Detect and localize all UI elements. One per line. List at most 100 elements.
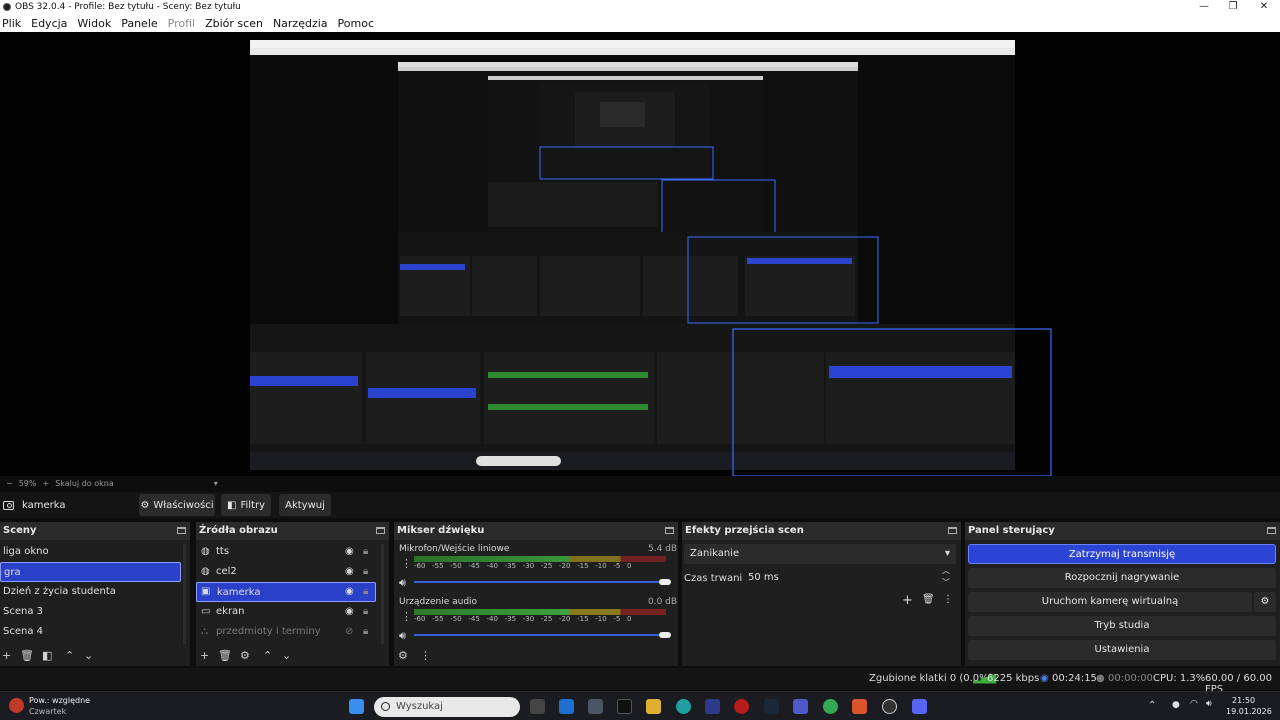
volume-slider[interactable] xyxy=(414,581,666,583)
eye-hidden-icon[interactable]: ⊘ xyxy=(345,626,353,637)
filters-button[interactable]: ◧ Filtry xyxy=(221,494,271,516)
volume-slider[interactable] xyxy=(414,634,666,636)
scene-item[interactable]: Dzień z życia studenta xyxy=(0,582,180,602)
clock-time[interactable]: 21:50 xyxy=(1232,696,1255,705)
duration-input[interactable]: 50 ms ︿ ﹀ xyxy=(742,565,956,589)
task-view-icon[interactable] xyxy=(530,699,545,714)
move-up-icon[interactable]: ⌃ xyxy=(65,649,74,662)
menu-profil[interactable]: Profil xyxy=(168,17,195,30)
mixer-menu-icon[interactable]: ⋮ xyxy=(420,649,431,662)
track-menu-icon[interactable]: ⋮ xyxy=(401,610,412,623)
chrome-icon[interactable] xyxy=(823,699,838,714)
calculator-icon[interactable] xyxy=(588,699,603,714)
speaker-icon[interactable]: 🔊︎ xyxy=(399,629,406,643)
eye-icon[interactable]: ◉ xyxy=(345,546,354,557)
tray-chevron-icon[interactable]: ⌃ xyxy=(1148,700,1156,711)
cel2-source-icon: ◍ xyxy=(201,566,210,577)
virtual-camera-settings-gear-icon[interactable]: ⚙ xyxy=(1254,592,1276,612)
volume-slider-handle[interactable] xyxy=(659,632,671,638)
chevron-down-icon[interactable]: ▾ xyxy=(214,479,218,488)
transition-type-select[interactable]: Zanikanie ▾ xyxy=(684,544,956,564)
virtual-camera-button[interactable]: Uruchom kamerę wirtualną xyxy=(968,592,1252,612)
mixer-settings-gear-icon[interactable]: ⚙ xyxy=(398,649,408,662)
undock-icon[interactable] xyxy=(1267,527,1276,534)
lock-icon[interactable]: 🔒︎ xyxy=(363,626,368,637)
opera-icon[interactable] xyxy=(734,699,749,714)
menu-panele[interactable]: Panele xyxy=(121,17,157,30)
remove-source-icon[interactable]: 🗑 xyxy=(218,649,232,662)
scene-item[interactable]: Scena 3 xyxy=(0,602,180,622)
menu-zbior-scen[interactable]: Zbiór scen xyxy=(205,17,263,30)
maximize-icon[interactable]: ❐ xyxy=(1219,0,1247,14)
filter-icon: ◧ xyxy=(227,499,237,511)
scene-item-selected[interactable]: gra xyxy=(0,562,181,582)
mic-tray-icon[interactable]: ● xyxy=(1172,700,1180,710)
outlook-icon[interactable] xyxy=(559,699,574,714)
remove-scene-icon[interactable]: 🗑 xyxy=(20,649,34,662)
taskbar-search[interactable]: Wyszukaj xyxy=(374,697,520,717)
zoom-scale-dropdown[interactable]: Skaluj do okna xyxy=(55,479,114,488)
steam-icon[interactable] xyxy=(764,699,779,714)
scene-item[interactable]: Scena 4 xyxy=(0,622,180,642)
zoom-in-icon[interactable]: + xyxy=(42,479,49,488)
add-transition-icon[interactable]: + xyxy=(902,593,913,608)
wifi-icon[interactable]: ◠ xyxy=(1190,699,1198,709)
undock-icon[interactable] xyxy=(376,527,385,534)
obs-icon[interactable] xyxy=(882,699,897,714)
start-recording-button[interactable]: Rozpocznij nagrywanie xyxy=(968,568,1276,588)
eye-icon[interactable]: ◉ xyxy=(345,586,354,597)
properties-button[interactable]: ⚙ Właściwości xyxy=(139,494,215,516)
activate-button[interactable]: Aktywuj xyxy=(279,494,331,516)
remove-transition-icon[interactable]: 🗑 xyxy=(922,594,935,605)
sources-scrollbar[interactable] xyxy=(381,544,384,644)
discord-icon[interactable] xyxy=(912,699,927,714)
scenes-scrollbar[interactable] xyxy=(183,544,186,644)
eye-icon[interactable]: ◉ xyxy=(345,606,354,617)
lock-icon[interactable]: 🔒︎ xyxy=(363,586,368,597)
preview-canvas[interactable] xyxy=(0,32,1280,476)
scene-item[interactable]: liga okno xyxy=(0,542,180,562)
volume-slider-handle[interactable] xyxy=(659,579,671,585)
eye-icon[interactable]: ◉ xyxy=(345,566,354,577)
stop-stream-button[interactable]: Zatrzymaj transmisję xyxy=(968,544,1276,564)
transition-type-value: Zanikanie xyxy=(690,548,740,559)
lock-icon[interactable]: 🔒︎ xyxy=(363,546,368,557)
minimize-icon[interactable]: — xyxy=(1190,0,1218,14)
add-source-icon[interactable]: + xyxy=(200,649,209,662)
file-explorer-icon[interactable] xyxy=(646,699,661,714)
settings-button[interactable]: Ustawienia xyxy=(968,640,1276,660)
teams-icon[interactable] xyxy=(793,699,808,714)
lock-icon[interactable]: 🔒︎ xyxy=(363,606,368,617)
menu-pomoc[interactable]: Pomoc xyxy=(338,17,374,30)
volume-icon[interactable]: 🔊︎ xyxy=(1206,699,1212,709)
zoom-out-icon[interactable]: − xyxy=(6,479,13,488)
studio-mode-button[interactable]: Tryb studia xyxy=(968,616,1276,636)
undock-icon[interactable] xyxy=(177,527,186,534)
undock-icon[interactable] xyxy=(948,527,957,534)
menu-plik[interactable]: Plik xyxy=(2,17,21,30)
close-icon[interactable]: ✕ xyxy=(1250,0,1278,14)
preview-zoom-toolbar: − 59% + Skaluj do okna ▾ xyxy=(0,476,1280,490)
move-up-icon[interactable]: ⌃ xyxy=(263,649,272,662)
move-down-icon[interactable]: ⌄ xyxy=(84,649,93,662)
speaker-icon[interactable]: 🔊︎ xyxy=(399,576,406,590)
scene-filters-icon[interactable]: ◧ xyxy=(42,649,52,662)
menu-narzedzia[interactable]: Narzędzia xyxy=(273,17,328,30)
menu-edycja[interactable]: Edycja xyxy=(31,17,67,30)
undock-icon[interactable] xyxy=(665,527,674,534)
sources-header: Źródła obrazu xyxy=(196,522,389,540)
clock-date[interactable]: 19.01.2026 xyxy=(1226,707,1272,716)
track-menu-icon[interactable]: ⋮ xyxy=(401,557,412,570)
source-properties-gear-icon[interactable]: ⚙ xyxy=(240,649,250,662)
menu-widok[interactable]: Widok xyxy=(77,17,111,30)
app-icon[interactable] xyxy=(852,699,867,714)
tiktok-icon[interactable] xyxy=(617,699,632,714)
move-down-icon[interactable]: ⌄ xyxy=(282,649,291,662)
windows-start-icon[interactable] xyxy=(349,699,364,714)
add-scene-icon[interactable]: + xyxy=(2,649,11,662)
spin-arrows-icon[interactable]: ︿ ﹀ xyxy=(942,565,950,589)
transition-menu-icon[interactable]: ⋮ xyxy=(943,594,953,605)
visual-studio-icon[interactable] xyxy=(705,699,720,714)
edge-icon[interactable] xyxy=(676,699,691,714)
lock-icon[interactable]: 🔒︎ xyxy=(363,566,368,577)
